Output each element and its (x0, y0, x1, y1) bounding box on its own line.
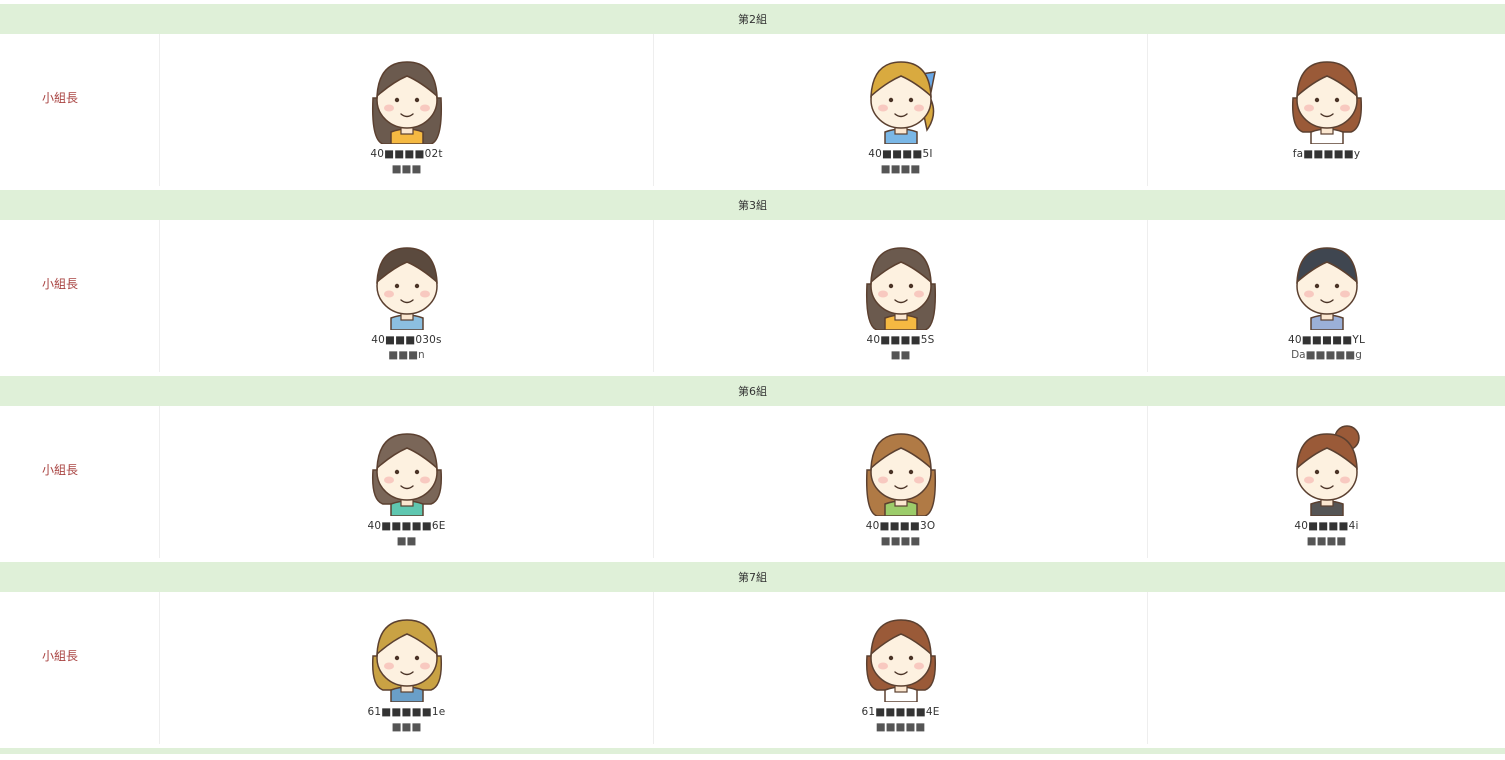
member-id: 40■■■■5S (866, 334, 935, 346)
avatar-icon (855, 424, 947, 517)
group-row: 小組長 61■■■■■1e ■■■ 61■■■■■4E ■■■■■ (0, 592, 1505, 744)
avatar-icon (855, 610, 947, 703)
member-card[interactable]: 40■■■■5S ■■ (654, 220, 1148, 372)
member-id: 40■■■■■YL (1287, 334, 1366, 346)
member-card[interactable]: 61■■■■■1e ■■■ (160, 592, 654, 744)
avatar-icon (361, 238, 453, 331)
member-id: 40■■■030s (371, 334, 442, 346)
member-name: ■■■n (388, 349, 425, 361)
member-name: ■■■■ (1306, 535, 1347, 547)
member-name: ■■■■ (880, 535, 921, 547)
avatar-icon (361, 424, 453, 517)
member-card[interactable]: 40■■■■3O ■■■■ (654, 406, 1148, 558)
group-title: 第6組 (738, 385, 767, 398)
member-id: 40■■■■■6E (367, 520, 446, 532)
member-id: 40■■■■4i (1294, 520, 1359, 532)
member-card[interactable]: fa■■■■■y (1148, 34, 1505, 186)
member-card[interactable]: 40■■■■■YL Da■■■■■g (1148, 220, 1505, 372)
member-id: 40■■■■3O (865, 520, 936, 532)
member-name: ■■■ (391, 163, 422, 175)
avatar-icon (361, 52, 453, 145)
member-name: ■■■■ (880, 163, 921, 175)
avatar-icon (1281, 238, 1373, 331)
group-row: 小組長 40■■■■02t ■■■ 40■■■■5I ■■■■ fa■■■■■y (0, 34, 1505, 186)
group-header: 第7組 (0, 562, 1505, 592)
role-label: 小組長 (0, 34, 160, 186)
group-title: 第7組 (738, 571, 767, 584)
group-header: 第2組 (0, 4, 1505, 34)
member-name: Da■■■■■g (1291, 349, 1362, 361)
member-id: 40■■■■5I (868, 148, 933, 160)
member-name: ■■ (396, 535, 417, 547)
member-name: ■■■■■ (875, 721, 926, 733)
member-card[interactable]: 40■■■■5I ■■■■ (654, 34, 1148, 186)
member-card[interactable]: 40■■■030s ■■■n (160, 220, 654, 372)
member-id: 61■■■■■4E (861, 706, 940, 718)
empty-member-slot (1148, 592, 1505, 744)
group-title: 第3組 (738, 199, 767, 212)
group-list: 第2組 小組長 40■■■■02t ■■■ 40■■■■5I ■■■■ fa■■… (0, 4, 1505, 754)
member-id: 61■■■■■1e (367, 706, 446, 718)
group-row: 小組長 40■■■030s ■■■n 40■■■■5S ■■ 40■■■■■YL… (0, 220, 1505, 372)
member-id: 40■■■■02t (370, 148, 443, 160)
member-id: fa■■■■■y (1292, 148, 1361, 160)
avatar-icon (855, 52, 947, 145)
avatar-icon (855, 238, 947, 331)
avatar-icon (1281, 424, 1373, 517)
next-group-header (0, 748, 1505, 754)
member-card[interactable]: 40■■■■■6E ■■ (160, 406, 654, 558)
avatar-icon (361, 610, 453, 703)
group-header: 第3組 (0, 190, 1505, 220)
role-label: 小組長 (0, 220, 160, 372)
role-label: 小組長 (0, 592, 160, 744)
member-name: ■■ (890, 349, 911, 361)
avatar-icon (1281, 52, 1373, 145)
member-card[interactable]: 61■■■■■4E ■■■■■ (654, 592, 1148, 744)
group-header: 第6組 (0, 376, 1505, 406)
member-card[interactable]: 40■■■■4i ■■■■ (1148, 406, 1505, 558)
member-name: ■■■ (391, 721, 422, 733)
member-card[interactable]: 40■■■■02t ■■■ (160, 34, 654, 186)
role-label: 小組長 (0, 406, 160, 558)
group-row: 小組長 40■■■■■6E ■■ 40■■■■3O ■■■■ 40■■■■4i … (0, 406, 1505, 558)
group-title: 第2組 (738, 13, 767, 26)
